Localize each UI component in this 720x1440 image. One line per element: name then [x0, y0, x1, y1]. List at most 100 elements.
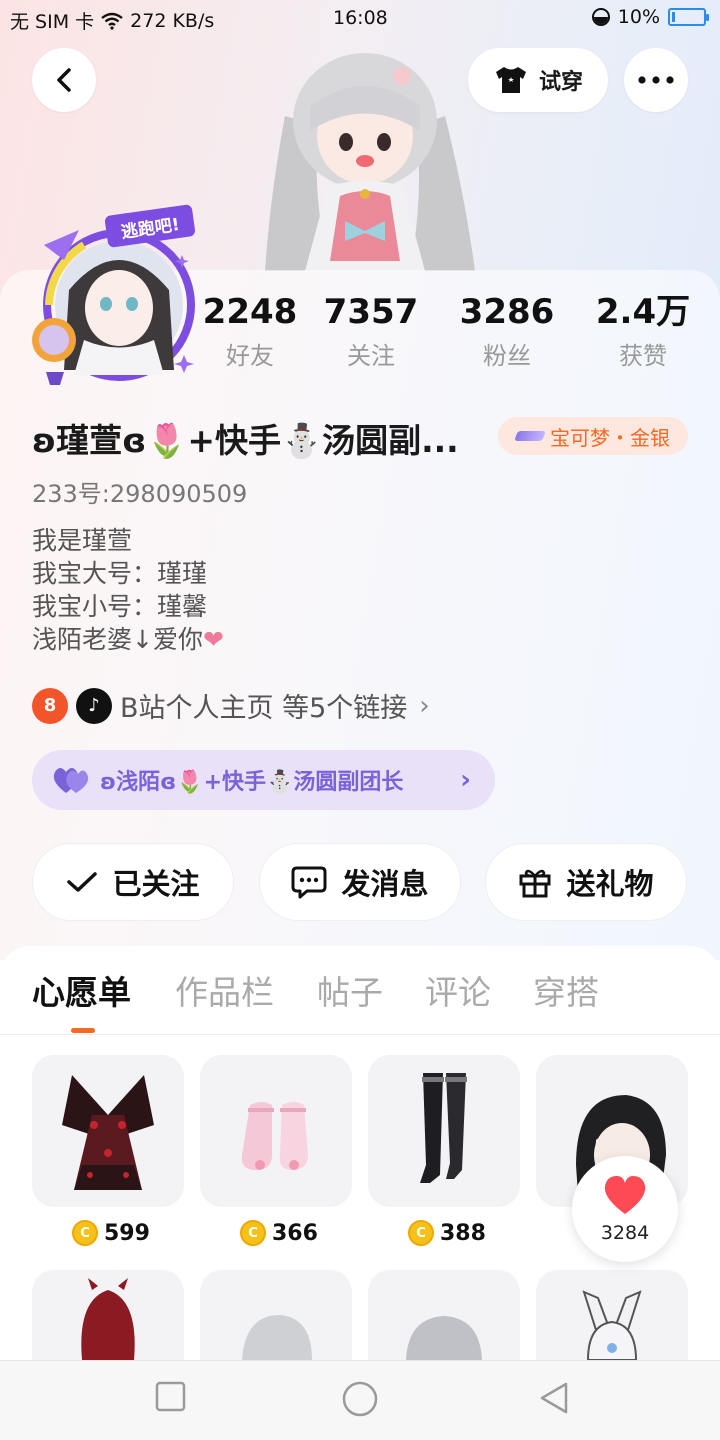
- red-lace-dress-image: [62, 1075, 154, 1190]
- check-icon: [67, 872, 98, 892]
- follow-label: 已关注: [112, 867, 200, 901]
- more-button[interactable]: [624, 48, 688, 112]
- stat-label: 关注: [347, 342, 395, 370]
- stat-label: 好友: [226, 342, 274, 370]
- try-on-button[interactable]: 试穿: [468, 48, 608, 112]
- user-id[interactable]: 233号:298090509: [32, 474, 247, 509]
- status-right: 10%: [591, 6, 709, 28]
- stat-value: 3286: [459, 292, 555, 332]
- tab-divider: [0, 1034, 720, 1035]
- bio-line: 我宝小号：瑾馨: [32, 592, 208, 621]
- more-dots-icon: [638, 76, 674, 84]
- back-nav-icon[interactable]: [538, 1381, 570, 1415]
- system-nav-bar: [0, 1360, 720, 1440]
- stats-row: 2248 好友 7357 关注 3286 粉丝 2.4万 获赞: [190, 290, 710, 380]
- follow-button[interactable]: 已关注: [32, 843, 234, 921]
- heart-icon: [604, 1176, 646, 1214]
- wishlist-item-silver-hair-1[interactable]: [200, 1270, 352, 1360]
- item-price: C 388: [408, 1220, 486, 1246]
- price-value: 366: [272, 1220, 318, 1246]
- bio-line: 我宝大号：瑾瑾: [32, 559, 208, 588]
- tab-outfits[interactable]: 穿搭: [533, 966, 599, 1014]
- tab-works[interactable]: 作品栏: [175, 966, 274, 1014]
- external-links-row[interactable]: 8 ♪ B站个人主页 等5个链接 ›: [32, 686, 430, 725]
- silver-hair-image: [406, 1316, 482, 1360]
- wishlist-item-black-boots[interactable]: [368, 1055, 520, 1207]
- pink-socks-image: [241, 1102, 308, 1170]
- wishlist-item-silver-hair-2[interactable]: [368, 1270, 520, 1360]
- tab-wishlist[interactable]: 心愿单: [32, 966, 131, 1014]
- gift-label: 送礼物: [566, 867, 654, 901]
- tab-bar: 心愿单 作品栏 帖子 评论 穿搭: [0, 966, 720, 1036]
- item-price: C 599: [72, 1220, 150, 1246]
- stat-following[interactable]: 7357 关注: [311, 290, 431, 374]
- purple-heart-icon: [53, 768, 89, 793]
- network-speed: 272 KB/s: [130, 9, 215, 32]
- wifi-icon: [101, 12, 123, 30]
- tab-comments[interactable]: 评论: [425, 966, 491, 1014]
- stat-value: 7357: [323, 292, 419, 332]
- tshirt-icon: [495, 67, 526, 93]
- avatar[interactable]: 逃跑吧!: [24, 200, 200, 390]
- battery-percent: 10%: [617, 6, 660, 28]
- chevron-right-icon: ›: [419, 690, 430, 721]
- active-tab-indicator: [71, 1028, 95, 1033]
- battery-fill: [672, 12, 675, 22]
- chat-bubble-icon: [291, 866, 327, 899]
- like-float-button[interactable]: 3284: [572, 1156, 678, 1262]
- tab-posts[interactable]: 帖子: [317, 966, 383, 1014]
- message-label: 发消息: [341, 867, 429, 901]
- nickname: ʚ瑾萱ɞ🌷+快手⛄汤圆副...: [32, 421, 459, 460]
- stat-friends[interactable]: 2248 好友: [190, 290, 310, 374]
- heart-emoji-icon: ❤: [202, 625, 224, 654]
- avatar-character-illustration: [265, 53, 475, 271]
- bio: 我是瑾萱 我宝大号：瑾瑾 我宝小号：瑾馨 浅陌老婆↓爱你❤: [32, 524, 224, 656]
- game-badge-icon: [514, 431, 546, 441]
- coin-icon: C: [240, 1220, 266, 1246]
- gift-icon: [519, 869, 551, 898]
- tiktok-icon: ♪: [76, 687, 112, 724]
- carrier-text: 无 SIM 卡: [10, 11, 95, 33]
- back-arrow-icon: [57, 68, 71, 92]
- stat-value: 2248: [202, 292, 298, 332]
- battery-icon: [668, 8, 709, 26]
- black-boots-image: [420, 1073, 467, 1183]
- recent-apps-icon[interactable]: [155, 1381, 187, 1413]
- group-pill[interactable]: ʚ浅陌ɞ🌷+快手⛄汤圆副团长 ›: [32, 750, 495, 810]
- try-on-label: 试穿: [538, 70, 583, 95]
- status-bar: 无 SIM 卡 272 KB/s 16:08 10%: [0, 0, 720, 38]
- clock: 16:08: [333, 7, 388, 29]
- red-hood-image: [81, 1278, 135, 1360]
- item-price: C 366: [240, 1220, 318, 1246]
- status-left: 无 SIM 卡 272 KB/s: [10, 7, 214, 34]
- bio-line: 我是瑾萱: [32, 526, 133, 555]
- bunny-hood-image: [582, 1290, 642, 1360]
- group-label: ʚ浅陌ɞ🌷+快手⛄汤圆副团长: [100, 770, 404, 795]
- gift-button[interactable]: 送礼物: [485, 843, 687, 921]
- stat-fans[interactable]: 3286 粉丝: [447, 290, 567, 374]
- game-badge[interactable]: 宝可梦・金银: [498, 417, 688, 455]
- stat-label: 粉丝: [483, 342, 531, 370]
- silver-hair-image: [242, 1315, 312, 1360]
- back-button[interactable]: [32, 48, 96, 112]
- wishlist-item-pink-socks[interactable]: [200, 1055, 352, 1207]
- bio-line-with-heart: 浅陌老婆↓爱你❤: [32, 623, 224, 656]
- price-value: 388: [440, 1220, 486, 1246]
- chevron-right-icon: ›: [460, 765, 471, 795]
- like-count: 3284: [600, 1222, 650, 1244]
- wishlist-item-bunny-hood[interactable]: [536, 1270, 688, 1360]
- coin-icon: C: [72, 1220, 98, 1246]
- wishlist-item-red-hood[interactable]: [32, 1270, 184, 1360]
- game-badge-label: 宝可梦・金银: [550, 425, 670, 450]
- data-saver-icon: [591, 8, 610, 26]
- stat-likes[interactable]: 2.4万 获赞: [583, 290, 703, 374]
- bilibili-icon: 8: [32, 687, 68, 724]
- price-value: 599: [104, 1220, 150, 1246]
- stat-label: 获赞: [619, 342, 667, 370]
- home-icon[interactable]: [342, 1381, 378, 1417]
- bio-line: 浅陌老婆↓爱你: [32, 625, 203, 654]
- avatar-frame: 逃跑吧!: [32, 204, 196, 385]
- wishlist-item-red-lace-dress[interactable]: [32, 1055, 184, 1207]
- message-button[interactable]: 发消息: [259, 843, 461, 921]
- stat-value: 2.4万: [595, 292, 691, 332]
